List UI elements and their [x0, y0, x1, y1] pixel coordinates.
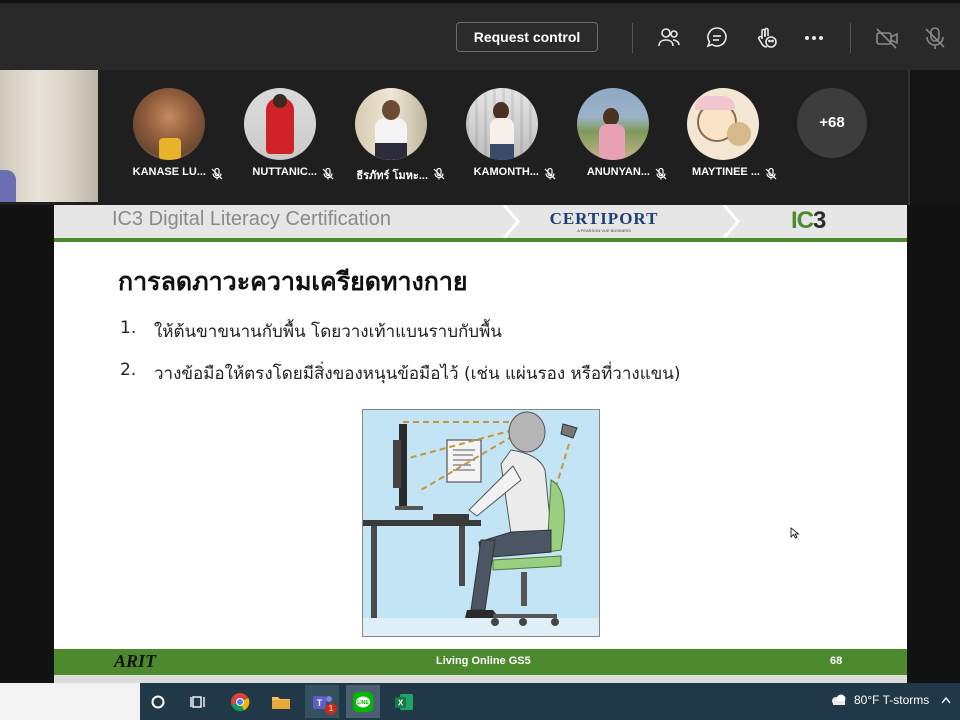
file-explorer-icon[interactable] — [264, 685, 298, 718]
avatar — [466, 88, 538, 160]
toolbar-divider — [632, 23, 633, 53]
meeting-toolbar: Request control — [0, 0, 960, 70]
reactions-icon[interactable] — [753, 25, 779, 51]
ic3-logo: IC3 — [791, 207, 826, 234]
slide-header: IC3 Digital Literacy Certification CERTI… — [54, 205, 907, 238]
slide-title: การลดภาวะความเครียดทางกาย — [118, 267, 468, 296]
avatar — [355, 88, 427, 160]
side-panel — [908, 70, 960, 205]
svg-text:T: T — [317, 698, 323, 708]
toolbar-divider — [850, 23, 851, 53]
chevron-divider — [502, 205, 520, 238]
participant-tile[interactable]: NUTTANIC... — [225, 88, 335, 198]
footer-course-name: Living Online GS5 — [436, 655, 531, 667]
slide-page-number: 68 — [830, 655, 843, 667]
participant-name: KAMONTH... — [473, 166, 539, 178]
taskbar-search-box[interactable] — [0, 683, 140, 720]
certiport-logo: CERTIPORT A PEARSON VUE BUSINESS — [549, 209, 659, 234]
mouse-cursor-icon — [790, 527, 800, 539]
svg-text:LINE: LINE — [357, 700, 369, 706]
self-video[interactable] — [0, 70, 98, 202]
footer-strip — [54, 675, 907, 683]
header-rule — [54, 238, 907, 242]
chat-icon[interactable] — [704, 25, 730, 51]
request-control-button[interactable]: Request control — [456, 22, 598, 52]
avatar — [577, 88, 649, 160]
stage-margin — [0, 205, 54, 683]
ergonomic-posture-illustration — [362, 409, 600, 637]
chevron-divider — [722, 205, 740, 238]
slide-header-title: IC3 Digital Literacy Certification — [112, 208, 391, 230]
people-icon[interactable] — [656, 25, 682, 51]
mic-off-icon[interactable] — [922, 25, 948, 51]
cortana-icon[interactable] — [141, 685, 175, 718]
mic-off-icon — [764, 166, 778, 180]
participant-name: KANASE LU... — [132, 166, 206, 178]
chrome-icon[interactable] — [223, 685, 257, 718]
weather-widget[interactable]: 80°F T-storms — [830, 693, 951, 707]
avatar — [244, 88, 316, 160]
mic-off-icon — [210, 166, 224, 180]
more-options-icon[interactable] — [801, 25, 827, 51]
participant-tile[interactable]: ANUNYAN... — [558, 88, 668, 198]
more-participants-button[interactable]: +68 — [797, 88, 867, 158]
notification-badge: 1 — [325, 703, 337, 715]
mic-off-icon — [654, 166, 668, 180]
windows-taskbar: T 1 LINE X 80°F T-storms — [0, 683, 960, 720]
participant-name: MAYTINEE ... — [691, 166, 760, 178]
participant-name: ธีรภัทร์ โมหะ... — [356, 170, 428, 182]
stage-margin — [907, 205, 960, 683]
cloud-icon — [832, 694, 846, 705]
mic-off-icon — [543, 166, 557, 180]
avatar — [133, 88, 205, 160]
mic-off-icon — [432, 166, 446, 180]
chevron-up-icon[interactable] — [941, 696, 951, 704]
camera-off-icon[interactable] — [874, 25, 900, 51]
participant-tile[interactable]: MAYTINEE ... — [668, 88, 778, 198]
participant-tile[interactable]: KAMONTH... — [447, 88, 557, 198]
participant-tile[interactable]: KANASE LU... — [114, 88, 224, 198]
excel-icon[interactable]: X — [387, 685, 421, 718]
participant-name: ANUNYAN... — [586, 166, 650, 178]
line-icon[interactable]: LINE — [346, 685, 380, 718]
avatar — [687, 88, 759, 160]
participant-tile[interactable]: ธีรภัทร์ โมหะ... — [336, 88, 446, 198]
svg-text:X: X — [398, 698, 404, 707]
participant-name: NUTTANIC... — [252, 166, 317, 178]
shared-slide: IC3 Digital Literacy Certification CERTI… — [54, 205, 907, 683]
task-view-icon[interactable] — [182, 685, 216, 718]
slide-footer: ARIT Living Online GS5 68 — [54, 649, 907, 675]
mic-off-icon — [321, 166, 335, 180]
arit-logo: ARIT — [114, 651, 157, 671]
teams-icon[interactable]: T 1 — [305, 685, 339, 718]
